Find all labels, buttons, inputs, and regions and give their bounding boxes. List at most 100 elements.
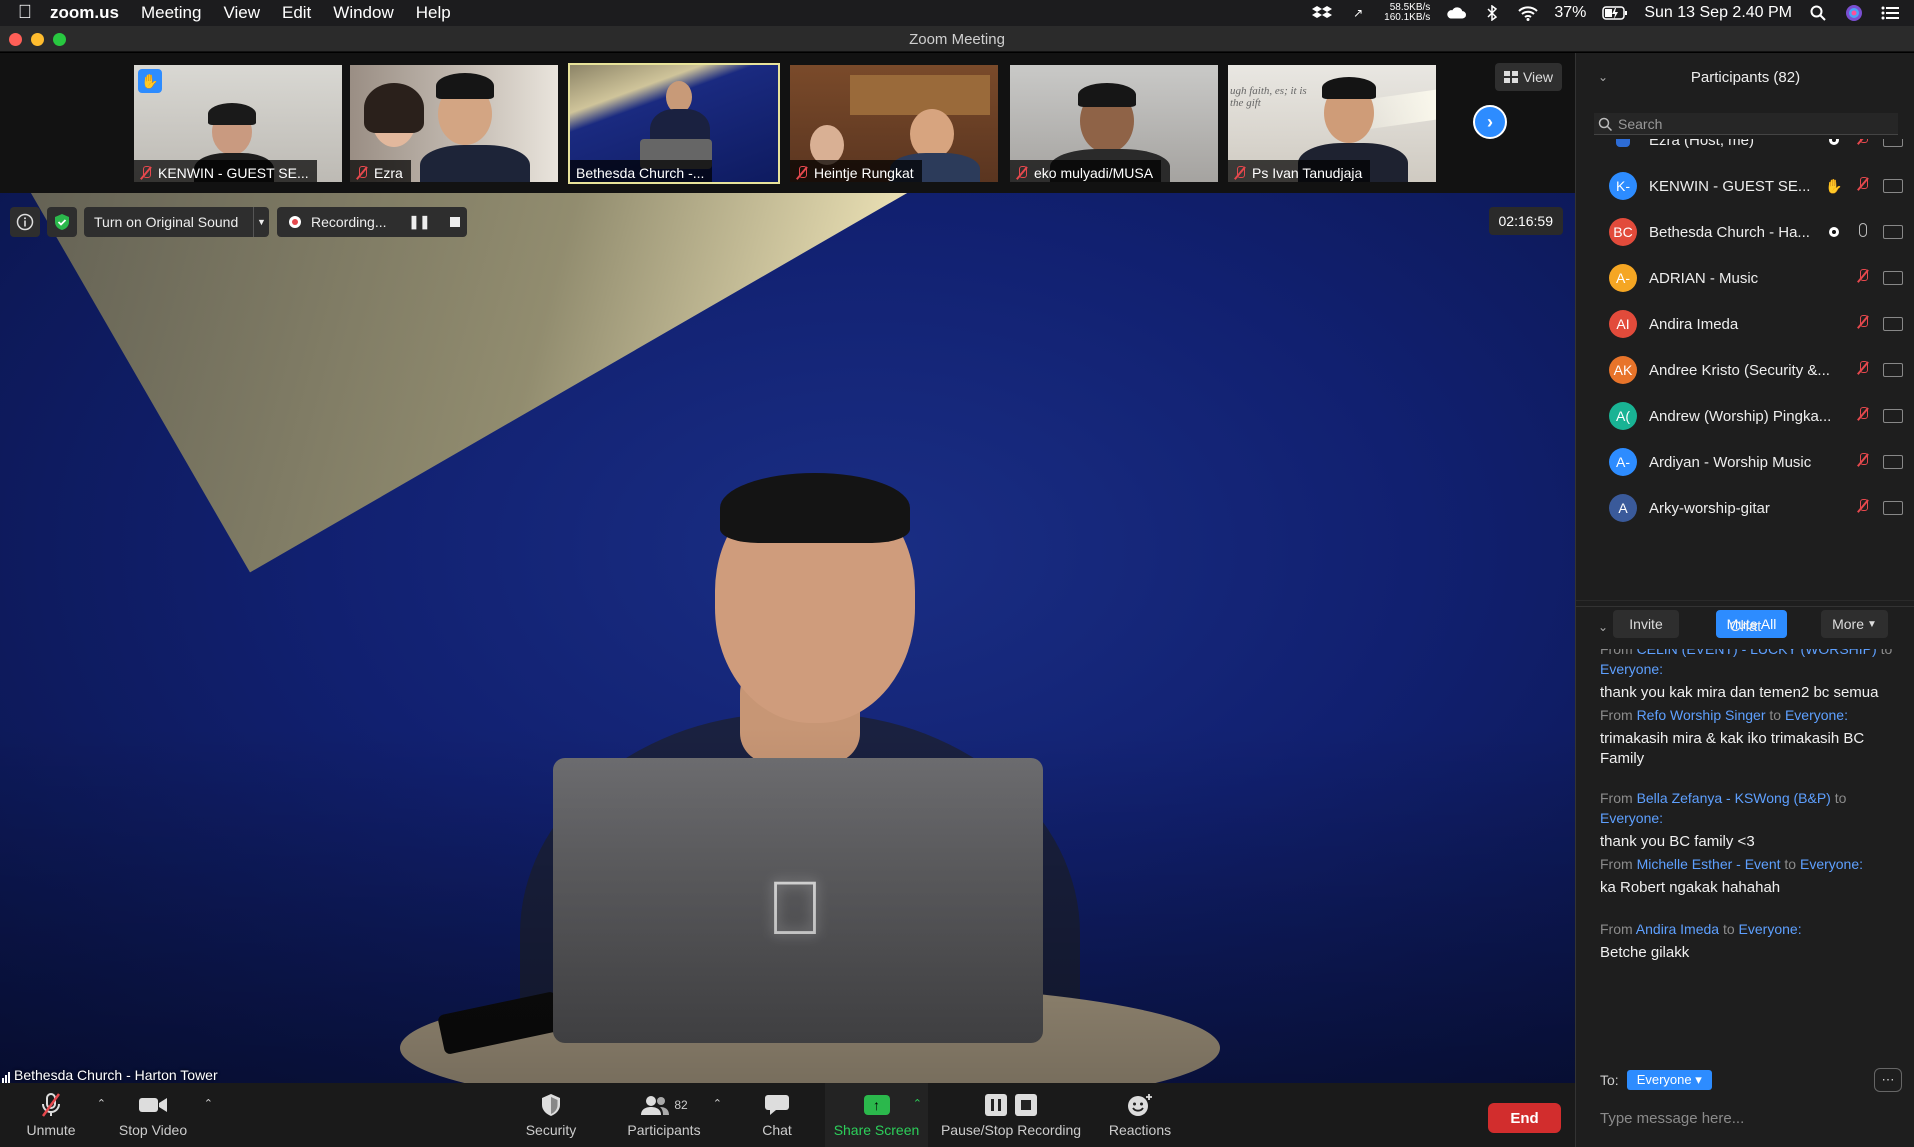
video-thumbnail[interactable]: Heintje Rungkat [788, 63, 1000, 184]
mic-muted-icon[interactable] [1855, 407, 1871, 425]
participants-options-caret-icon[interactable]: ⌃ [713, 1097, 722, 1110]
participants-list[interactable]: Ezra (Host, me) K- KENWIN - GUEST SE... ✋ BC… [1576, 139, 1914, 591]
video-off-icon[interactable] [1883, 409, 1903, 423]
video-off-icon[interactable] [1883, 363, 1903, 377]
video-thumbnail[interactable]: ugh faith, es; it is the gift Ps Ivan Ta… [1226, 63, 1438, 184]
meeting-info-button[interactable] [10, 207, 40, 237]
video-thumbnail-active-speaker[interactable]: Bethesda Church -... [568, 63, 780, 184]
participant-row[interactable]: A- ADRIAN - Music [1576, 255, 1914, 301]
shield-icon [540, 1093, 562, 1117]
menu-meeting[interactable]: Meeting [141, 3, 201, 23]
thumbnail-label: Ezra [350, 160, 411, 182]
end-meeting-button[interactable]: End [1488, 1103, 1561, 1133]
security-button[interactable]: Security [520, 1083, 582, 1147]
share-options-caret-icon[interactable]: ⌃ [913, 1097, 922, 1110]
collapse-participants-chevron-icon[interactable]: ⌄ [1598, 70, 1608, 84]
chat-message-text: thank you BC family <3 [1600, 833, 1755, 850]
participant-row[interactable]: A- Ardiyan - Worship Music [1576, 439, 1914, 485]
menu-view[interactable]: View [223, 3, 260, 23]
notification-center-icon[interactable] [1880, 5, 1900, 21]
participant-row[interactable]: AI Andira Imeda [1576, 301, 1914, 347]
mic-muted-icon[interactable] [1855, 453, 1871, 471]
participant-name: ADRIAN - Music [1649, 269, 1759, 287]
chat-sender[interactable]: Refo Worship Singer [1637, 707, 1766, 723]
battery-charging-icon[interactable] [1602, 5, 1628, 21]
wifi-icon[interactable] [1518, 5, 1539, 21]
participant-row[interactable]: A(Andrew (Worship) Pingka... [1576, 393, 1914, 439]
chat-recipient: Everyone: [1784, 707, 1848, 723]
video-off-icon[interactable] [1883, 455, 1903, 469]
avatar: AI [1609, 310, 1637, 338]
spotlight-search-icon[interactable] [1808, 5, 1828, 21]
mic-muted-icon[interactable] [1855, 269, 1871, 287]
participants-button[interactable]: 82 Participants ⌃ [622, 1083, 722, 1147]
menu-help[interactable]: Help [416, 3, 451, 23]
backdrop-text: ugh faith, es; it is the gift [1230, 85, 1307, 109]
participant-row[interactable]: K- KENWIN - GUEST SE... ✋ [1576, 163, 1914, 209]
window-title-bar: Zoom Meeting [0, 26, 1914, 52]
video-off-icon[interactable] [1883, 501, 1903, 515]
chat-sender[interactable]: CELIN (EVENT) - LUCKY (WORSHIP) [1637, 649, 1877, 657]
video-thumbnail[interactable]: ✋ KENWIN - GUEST SE... [132, 63, 344, 184]
unmute-button[interactable]: Unmute ⌃ [18, 1083, 106, 1147]
stop-recording-icon[interactable] [450, 217, 461, 227]
main-video-area[interactable]:  Turn on Original Sound ▼ Recording... … [0, 193, 1575, 1083]
next-page-button[interactable]: › [1473, 105, 1507, 139]
video-options-caret-icon[interactable]: ⌃ [204, 1097, 213, 1110]
chat-message-list[interactable]: From CELIN (EVENT) - LUCKY (WORSHIP) to … [1600, 649, 1900, 1039]
dropbox-icon[interactable] [1312, 5, 1333, 21]
participant-row[interactable]: A Arky-worship-gitar [1576, 485, 1914, 531]
chat-button[interactable]: Chat [745, 1083, 809, 1147]
menu-window[interactable]: Window [333, 3, 393, 23]
original-sound-toggle[interactable]: Turn on Original Sound ▼ [84, 207, 269, 237]
mic-muted-icon [1016, 165, 1028, 180]
video-off-icon[interactable] [1883, 139, 1903, 147]
video-thumbnail[interactable]: Ezra [348, 63, 560, 184]
chat-sender[interactable]: Andira Imeda [1636, 921, 1719, 937]
chat-sender[interactable]: Bella Zefanya - KSWong (B&P) [1637, 790, 1831, 806]
cloud-icon[interactable] [1446, 5, 1467, 21]
avatar [1616, 139, 1630, 147]
reactions-button[interactable]: Reactions [1105, 1083, 1175, 1147]
view-button[interactable]: View [1495, 63, 1562, 91]
menu-app-zoom[interactable]: zoom.us [50, 3, 119, 23]
pause-recording-icon[interactable]: ❚❚ [408, 214, 430, 230]
video-off-icon[interactable] [1883, 317, 1903, 331]
mic-muted-icon [356, 165, 368, 180]
participant-row[interactable]: AK Andree Kristo (Security &... [1576, 347, 1914, 393]
mic-muted-icon[interactable] [1855, 177, 1871, 195]
mic-muted-icon[interactable] [1855, 499, 1871, 517]
participant-row[interactable]: Ezra (Host, me) [1576, 139, 1914, 163]
participant-search-field[interactable]: Search [1594, 113, 1898, 135]
video-thumbnail[interactable]: eko mulyadi/MUSA [1008, 63, 1220, 184]
apple-menu-icon[interactable]:  [0, 2, 50, 24]
participant-row[interactable]: BC Bethesda Church - Ha... [1576, 209, 1914, 255]
participant-name: Ardiyan - Worship Music [1649, 453, 1812, 471]
mic-muted-icon[interactable] [1855, 361, 1871, 379]
menu-edit[interactable]: Edit [282, 3, 311, 23]
share-screen-button[interactable]: ↑ Share Screen ⌃ [825, 1083, 928, 1147]
participant-name: Ezra (Host, me) [1649, 139, 1755, 149]
recording-indicator: Recording... ❚❚ [277, 207, 467, 237]
recipient-selector[interactable]: Everyone ▾ [1626, 1070, 1712, 1090]
chat-message-input[interactable] [1600, 1105, 1900, 1131]
original-sound-dropdown-icon[interactable]: ▼ [253, 207, 269, 237]
collapse-chat-chevron-icon[interactable]: ⌄ [1598, 620, 1608, 634]
audio-options-caret-icon[interactable]: ⌃ [97, 1097, 106, 1110]
recording-status-icon [1826, 224, 1842, 240]
chat-sender[interactable]: Michelle Esther - Event [1637, 856, 1781, 872]
siri-icon[interactable] [1844, 5, 1864, 21]
mic-muted-icon[interactable] [1855, 139, 1871, 149]
pause-stop-recording-button[interactable]: Pause/Stop Recording [938, 1083, 1084, 1147]
participant-name: Arky-worship-gitar [1649, 499, 1770, 517]
mic-muted-icon[interactable] [1855, 315, 1871, 333]
encryption-shield-button[interactable] [47, 207, 77, 237]
video-off-icon[interactable] [1883, 179, 1903, 193]
bluetooth-icon[interactable] [1482, 5, 1502, 21]
video-off-icon[interactable] [1883, 271, 1903, 285]
mic-icon[interactable] [1855, 223, 1871, 241]
video-off-icon[interactable] [1883, 225, 1903, 239]
clock-datetime[interactable]: Sun 13 Sep 2.40 PM [1644, 4, 1792, 22]
stop-video-button[interactable]: Stop Video ⌃ [115, 1083, 213, 1147]
chat-more-icon[interactable]: ⋯ [1874, 1068, 1902, 1092]
